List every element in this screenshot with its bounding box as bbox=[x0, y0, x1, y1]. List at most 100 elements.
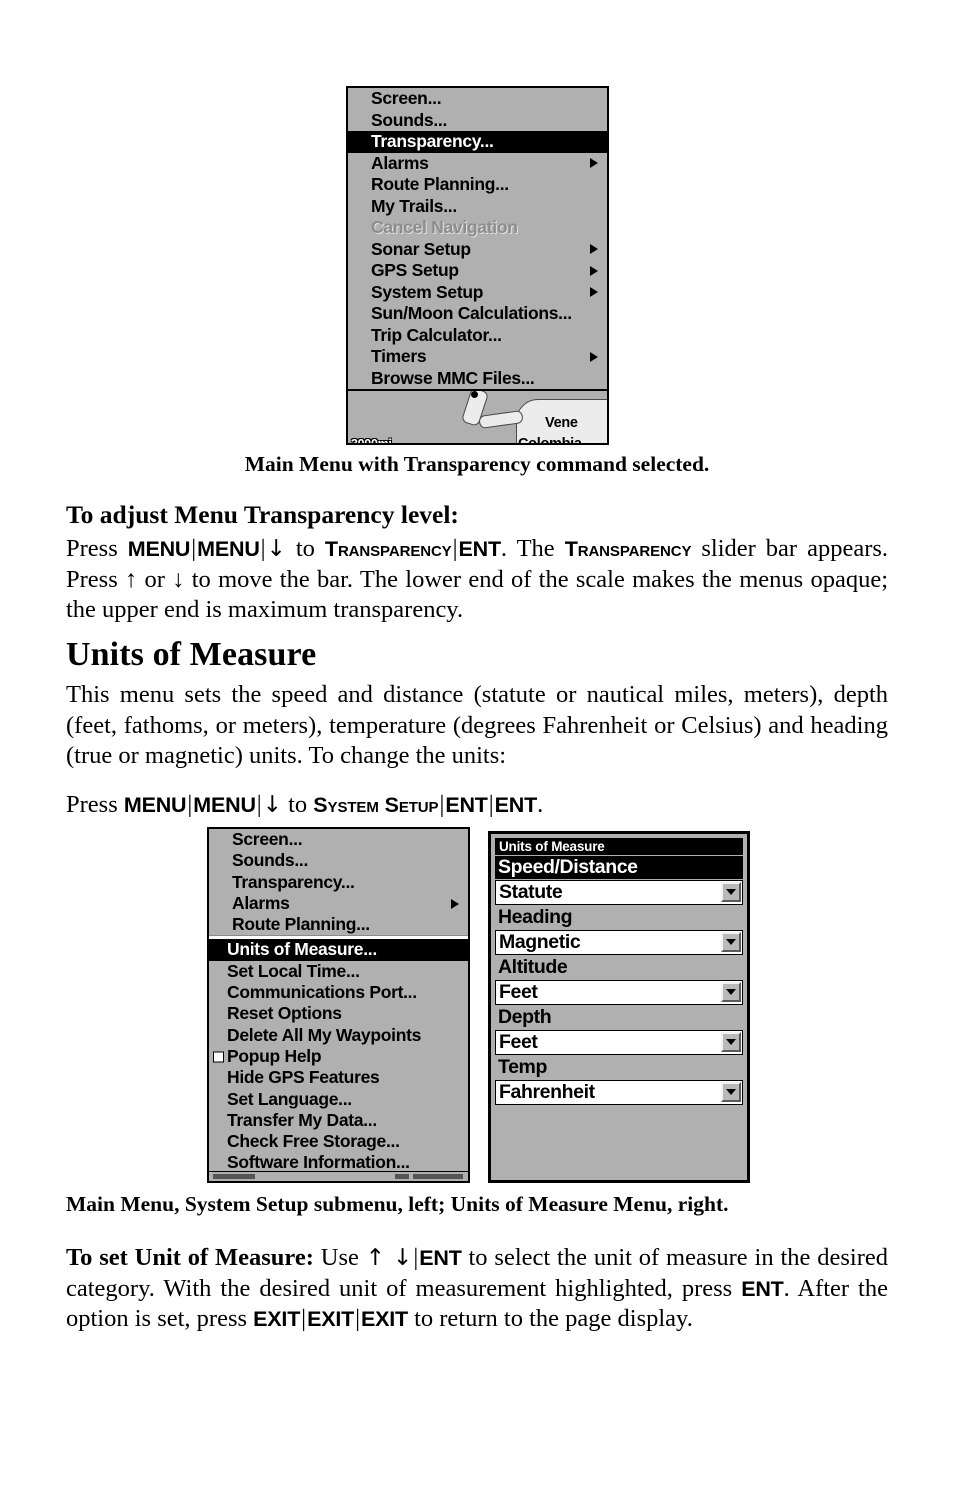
figure-2-caption: Main Menu, System Setup submenu, left; U… bbox=[66, 1192, 729, 1216]
key-menu: MENU bbox=[193, 793, 256, 817]
uom-select-speed-distance[interactable]: Statute bbox=[495, 880, 743, 905]
uom-select-heading[interactable]: Magnetic bbox=[495, 930, 743, 955]
menu-item-label: GPS Setup bbox=[371, 260, 459, 280]
uom-select-depth[interactable]: Feet bbox=[495, 1030, 743, 1055]
map-scale-indicator: 3000mi bbox=[351, 437, 392, 445]
text-run: . The bbox=[500, 535, 565, 562]
key-separator: | bbox=[256, 791, 262, 818]
key-ent: ENT bbox=[445, 793, 488, 817]
uom-group-temp: Temp Fahrenheit bbox=[495, 1056, 743, 1105]
submenu-arrow-icon bbox=[590, 287, 598, 298]
menu-item-label: My Trails... bbox=[371, 195, 457, 216]
menu-item-screen[interactable]: Screen... bbox=[209, 829, 468, 850]
chevron-down-icon[interactable] bbox=[721, 982, 741, 1002]
device-screenshot-main-menu: Screen... Sounds... Transparency... Alar… bbox=[346, 86, 609, 445]
menu-item-label: Hide GPS Features bbox=[227, 1067, 380, 1088]
key-separator: | bbox=[452, 535, 458, 562]
chevron-down-icon[interactable] bbox=[721, 932, 741, 952]
uom-select-altitude[interactable]: Feet bbox=[495, 980, 743, 1005]
submenu-arrow-icon bbox=[590, 158, 598, 169]
submenu-item-delete-all-my-waypoints[interactable]: Delete All My Waypoints bbox=[209, 1025, 468, 1046]
menu-item-trip-calculator[interactable]: Trip Calculator... bbox=[348, 325, 607, 347]
uom-group-depth: Depth Feet bbox=[495, 1006, 743, 1055]
key-ent: ENT bbox=[741, 1276, 784, 1301]
uom-label-depth: Depth bbox=[498, 1006, 552, 1028]
menu-item-label: Cancel Navigation bbox=[371, 217, 518, 237]
key-exit: EXIT bbox=[360, 1307, 408, 1331]
units-description-paragraph: This menu sets the speed and distance (s… bbox=[66, 681, 888, 769]
menu-item-label: Alarms bbox=[232, 892, 290, 913]
map-label-text: Colombia bbox=[518, 436, 582, 445]
units-press-instruction: Press MENU|MENU|↓ to System Setup|ENT|EN… bbox=[66, 790, 888, 821]
submenu-item-set-local-time[interactable]: Set Local Time... bbox=[209, 961, 468, 982]
menu-item-label: Trip Calculator... bbox=[371, 324, 502, 345]
key-ent: ENT bbox=[458, 537, 502, 561]
submenu-item-transfer-my-data[interactable]: Transfer My Data... bbox=[209, 1110, 468, 1131]
menu-item-sounds[interactable]: Sounds... bbox=[209, 850, 468, 871]
key-separator: | bbox=[260, 535, 266, 562]
device-screenshot-system-setup: Screen... Sounds... Transparency... Alar… bbox=[207, 827, 470, 1183]
map-label-venezuela: Vene bbox=[545, 415, 578, 431]
uom-label-speed-distance: Speed/Distance bbox=[495, 856, 743, 879]
menu-item-sun-moon-calculations[interactable]: Sun/Moon Calculations... bbox=[348, 303, 607, 325]
menu-item-label: Sun/Moon Calculations... bbox=[371, 303, 572, 323]
menu-item-timers[interactable]: Timers bbox=[348, 346, 607, 368]
submenu-item-set-language[interactable]: Set Language... bbox=[209, 1089, 468, 1110]
menu-item-label: Route Planning... bbox=[232, 914, 370, 935]
menu-item-label: Route Planning... bbox=[371, 174, 509, 194]
text-run: Press bbox=[66, 791, 124, 818]
checkbox-popup-help[interactable] bbox=[213, 1051, 224, 1063]
menu-item-label: Set Local Time... bbox=[227, 960, 360, 981]
transparency-paragraph: Press MENU|MENU|↓ to Transparency|ENT. T… bbox=[66, 534, 888, 626]
uom-label-temp: Temp bbox=[498, 1056, 547, 1078]
menu-item-sounds[interactable]: Sounds... bbox=[348, 110, 607, 132]
submenu-item-hide-gps-features[interactable]: Hide GPS Features bbox=[209, 1067, 468, 1088]
clipped-status-bar-strip bbox=[209, 1171, 468, 1181]
units-of-measure-title-bar: Units of Measure bbox=[495, 838, 743, 855]
uom-value-altitude: Feet bbox=[499, 981, 538, 1003]
menu-item-sonar-setup[interactable]: Sonar Setup bbox=[348, 239, 607, 261]
submenu-arrow-icon bbox=[590, 265, 598, 276]
chevron-down-icon[interactable] bbox=[721, 882, 741, 902]
chevron-down-icon[interactable] bbox=[721, 1082, 741, 1102]
menu-item-label: Screen... bbox=[371, 88, 442, 108]
uom-group-speed-distance: Speed/Distance Statute bbox=[495, 856, 743, 905]
menu-item-route-planning[interactable]: Route Planning... bbox=[209, 914, 468, 935]
menu-item-browse-mmc-files[interactable]: Browse MMC Files... bbox=[348, 368, 607, 390]
uom-group-heading: Heading Magnetic bbox=[495, 906, 743, 955]
menu-item-screen[interactable]: Screen... bbox=[348, 88, 607, 110]
menu-item-transparency[interactable]: Transparency... bbox=[348, 131, 607, 153]
up-down-arrow-icon: ↑ ↓ bbox=[365, 1245, 413, 1271]
menu-item-transparency[interactable]: Transparency... bbox=[209, 872, 468, 893]
uom-select-temp[interactable]: Fahrenheit bbox=[495, 1080, 743, 1105]
menu-item-label: Popup Help bbox=[227, 1045, 322, 1066]
submenu-arrow-icon bbox=[590, 244, 598, 255]
key-ent: ENT bbox=[419, 1246, 462, 1270]
submenu-arrow-icon bbox=[590, 351, 598, 362]
menu-item-label: Sonar Setup bbox=[371, 238, 471, 259]
submenu-item-reset-options[interactable]: Reset Options bbox=[209, 1003, 468, 1024]
document-page: Screen... Sounds... Transparency... Alar… bbox=[0, 0, 954, 1487]
menu-item-route-planning[interactable]: Route Planning... bbox=[348, 174, 607, 196]
key-ent: ENT bbox=[494, 793, 538, 817]
menu-ref-system-setup: System Setup bbox=[313, 793, 439, 817]
system-setup-submenu-panel: Units of Measure... Set Local Time... Co… bbox=[209, 939, 468, 1174]
menu-item-label: Delete All My Waypoints bbox=[227, 1024, 422, 1045]
menu-item-label: Software Information... bbox=[227, 1152, 410, 1173]
submenu-item-communications-port[interactable]: Communications Port... bbox=[209, 982, 468, 1003]
menu-item-alarms[interactable]: Alarms bbox=[209, 893, 468, 914]
key-menu: MENU bbox=[127, 537, 191, 561]
menu-item-alarms[interactable]: Alarms bbox=[348, 153, 607, 175]
chevron-down-icon[interactable] bbox=[721, 1032, 741, 1052]
transparency-heading: To adjust Menu Transparency level: bbox=[66, 500, 459, 529]
submenu-item-check-free-storage[interactable]: Check Free Storage... bbox=[209, 1131, 468, 1152]
menu-item-gps-setup[interactable]: GPS Setup bbox=[348, 260, 607, 282]
uom-value-temp: Fahrenheit bbox=[499, 1081, 595, 1103]
submenu-arrow-icon bbox=[451, 898, 459, 909]
submenu-item-units-of-measure[interactable]: Units of Measure... bbox=[209, 939, 468, 961]
menu-item-my-trails[interactable]: My Trails... bbox=[348, 196, 607, 218]
submenu-item-popup-help[interactable]: Popup Help bbox=[209, 1046, 468, 1067]
menu-item-system-setup[interactable]: System Setup bbox=[348, 282, 607, 304]
key-menu: MENU bbox=[197, 537, 260, 561]
text-run: to bbox=[285, 535, 325, 562]
